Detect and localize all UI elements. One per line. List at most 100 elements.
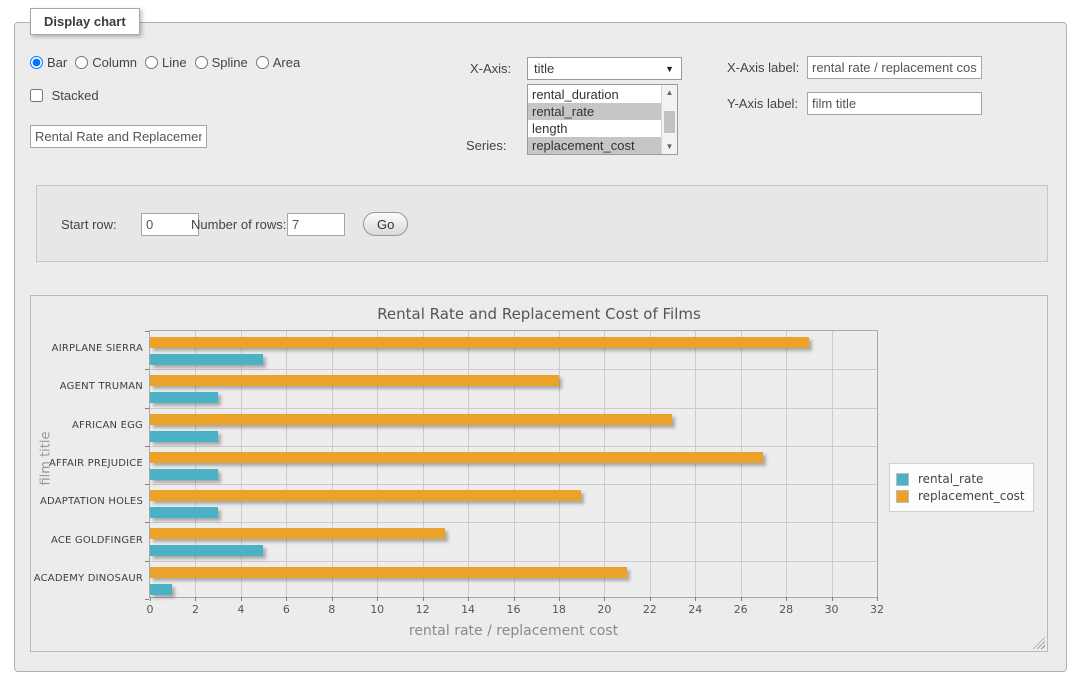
x-axis-select-label: X-Axis: <box>470 61 511 76</box>
gridline-horizontal <box>150 484 877 485</box>
y-axis-category-label: ADAPTATION HOLES <box>31 496 143 507</box>
x-axis-selected-value: title <box>534 61 554 76</box>
series-option-replacement_cost[interactable]: replacement_cost <box>528 137 661 154</box>
gridline-vertical <box>786 331 787 597</box>
x-axis-title: rental rate / replacement cost <box>149 623 878 639</box>
gridline-vertical <box>559 331 560 597</box>
bar-rental_rate <box>150 354 263 365</box>
x-axis-tickmark <box>786 597 787 601</box>
gridline-horizontal <box>150 561 877 562</box>
scroll-down-icon[interactable]: ▼ <box>662 139 677 154</box>
gridline-vertical <box>604 331 605 597</box>
fieldset-legend: Display chart <box>30 8 140 35</box>
series-option-rental_rate[interactable]: rental_rate <box>528 103 661 120</box>
x-axis-tick-label: 24 <box>675 603 715 616</box>
radio-label: Line <box>162 55 187 70</box>
chart-title-input[interactable] <box>30 125 207 148</box>
gridline-vertical <box>695 331 696 597</box>
page: Display chart Bar Column Line Spline Area St… <box>0 0 1081 681</box>
gridline-vertical <box>195 331 196 597</box>
x-axis-tickmark <box>604 597 605 601</box>
x-axis-tickmark <box>559 597 560 601</box>
y-axis-category-label: AGENT TRUMAN <box>31 381 143 392</box>
x-axis-tickmark <box>286 597 287 601</box>
x-axis-tickmark <box>332 597 333 601</box>
chart-type-option-line[interactable]: Line <box>145 55 187 70</box>
x-axis-select[interactable]: title ▼ <box>527 57 682 80</box>
y-axis-tickmark <box>145 408 149 409</box>
x-axis-tick-label: 30 <box>812 603 852 616</box>
plot-area: 02468101214161820222426283032 <box>149 330 878 598</box>
series-option-rental_duration[interactable]: rental_duration <box>528 86 661 103</box>
series-listbox[interactable]: rental_durationrental_ratelengthreplacem… <box>527 84 678 155</box>
radio-label: Bar <box>47 55 67 70</box>
gridline-vertical <box>468 331 469 597</box>
gridline-vertical <box>423 331 424 597</box>
series-scrollbar[interactable]: ▲ ▼ <box>661 85 677 154</box>
radio-label: Area <box>273 55 300 70</box>
legend-item-rental_rate: rental_rate <box>896 472 1025 486</box>
legend-label: replacement_cost <box>918 489 1025 503</box>
scroll-up-icon[interactable]: ▲ <box>662 85 677 100</box>
x-axis-label-field-label: X-Axis label: <box>727 60 799 75</box>
gridline-vertical <box>241 331 242 597</box>
gridline-vertical <box>286 331 287 597</box>
x-axis-tick-label: 16 <box>494 603 534 616</box>
stacked-checkbox[interactable] <box>30 89 43 102</box>
x-axis-tick-label: 4 <box>221 603 261 616</box>
bar-rental_rate <box>150 392 218 403</box>
x-axis-tickmark <box>241 597 242 601</box>
x-axis-tickmark <box>832 597 833 601</box>
start-row-label: Start row: <box>61 217 117 232</box>
y-axis-category-label: ACADEMY DINOSAUR <box>31 573 143 584</box>
gridline-vertical <box>832 331 833 597</box>
radio-spline[interactable] <box>195 56 208 69</box>
radio-column[interactable] <box>75 56 88 69</box>
bar-replacement_cost <box>150 375 559 386</box>
x-axis-tick-label: 32 <box>857 603 897 616</box>
x-axis-tickmark <box>695 597 696 601</box>
radio-bar[interactable] <box>30 56 43 69</box>
radio-label: Spline <box>212 55 248 70</box>
bar-rental_rate <box>150 469 218 480</box>
bar-rental_rate <box>150 584 172 595</box>
scrollbar-thumb[interactable] <box>664 111 675 133</box>
number-of-rows-label: Number of rows: <box>191 217 286 232</box>
bar-replacement_cost <box>150 528 445 539</box>
bar-rental_rate <box>150 431 218 442</box>
bar-rental_rate <box>150 545 263 556</box>
go-button[interactable]: Go <box>363 212 408 236</box>
resize-handle-icon[interactable] <box>1033 637 1045 649</box>
x-axis-tick-label: 10 <box>357 603 397 616</box>
bar-rental_rate <box>150 507 218 518</box>
chart-type-option-area[interactable]: Area <box>256 55 300 70</box>
chart-type-option-bar[interactable]: Bar <box>30 55 67 70</box>
x-axis-label-input[interactable] <box>807 56 982 79</box>
x-axis-tick-label: 8 <box>312 603 352 616</box>
series-options: rental_durationrental_ratelengthreplacem… <box>528 85 661 154</box>
radio-label: Column <box>92 55 137 70</box>
bar-replacement_cost <box>150 337 809 348</box>
chart-container: Rental Rate and Replacement Cost of Film… <box>30 295 1048 652</box>
x-axis-tickmark <box>468 597 469 601</box>
legend-swatch-rental_rate <box>896 473 909 486</box>
radio-area[interactable] <box>256 56 269 69</box>
number-of-rows-input[interactable] <box>287 213 345 236</box>
gridline-vertical <box>741 331 742 597</box>
x-axis-tickmark <box>650 597 651 601</box>
chart-type-option-spline[interactable]: Spline <box>195 55 248 70</box>
bar-replacement_cost <box>150 567 627 578</box>
legend-swatch-replacement_cost <box>896 490 909 503</box>
x-axis-tick-label: 6 <box>266 603 306 616</box>
x-axis-tickmark <box>377 597 378 601</box>
y-axis-tickmark <box>145 331 149 332</box>
legend-label: rental_rate <box>918 472 983 486</box>
series-option-length[interactable]: length <box>528 120 661 137</box>
radio-line[interactable] <box>145 56 158 69</box>
chart-type-option-column[interactable]: Column <box>75 55 137 70</box>
y-axis-tickmark <box>145 522 149 523</box>
stacked-option[interactable]: Stacked <box>30 88 99 103</box>
y-axis-label-input[interactable] <box>807 92 982 115</box>
x-axis-tickmark <box>150 597 151 601</box>
stacked-label: Stacked <box>52 88 99 103</box>
